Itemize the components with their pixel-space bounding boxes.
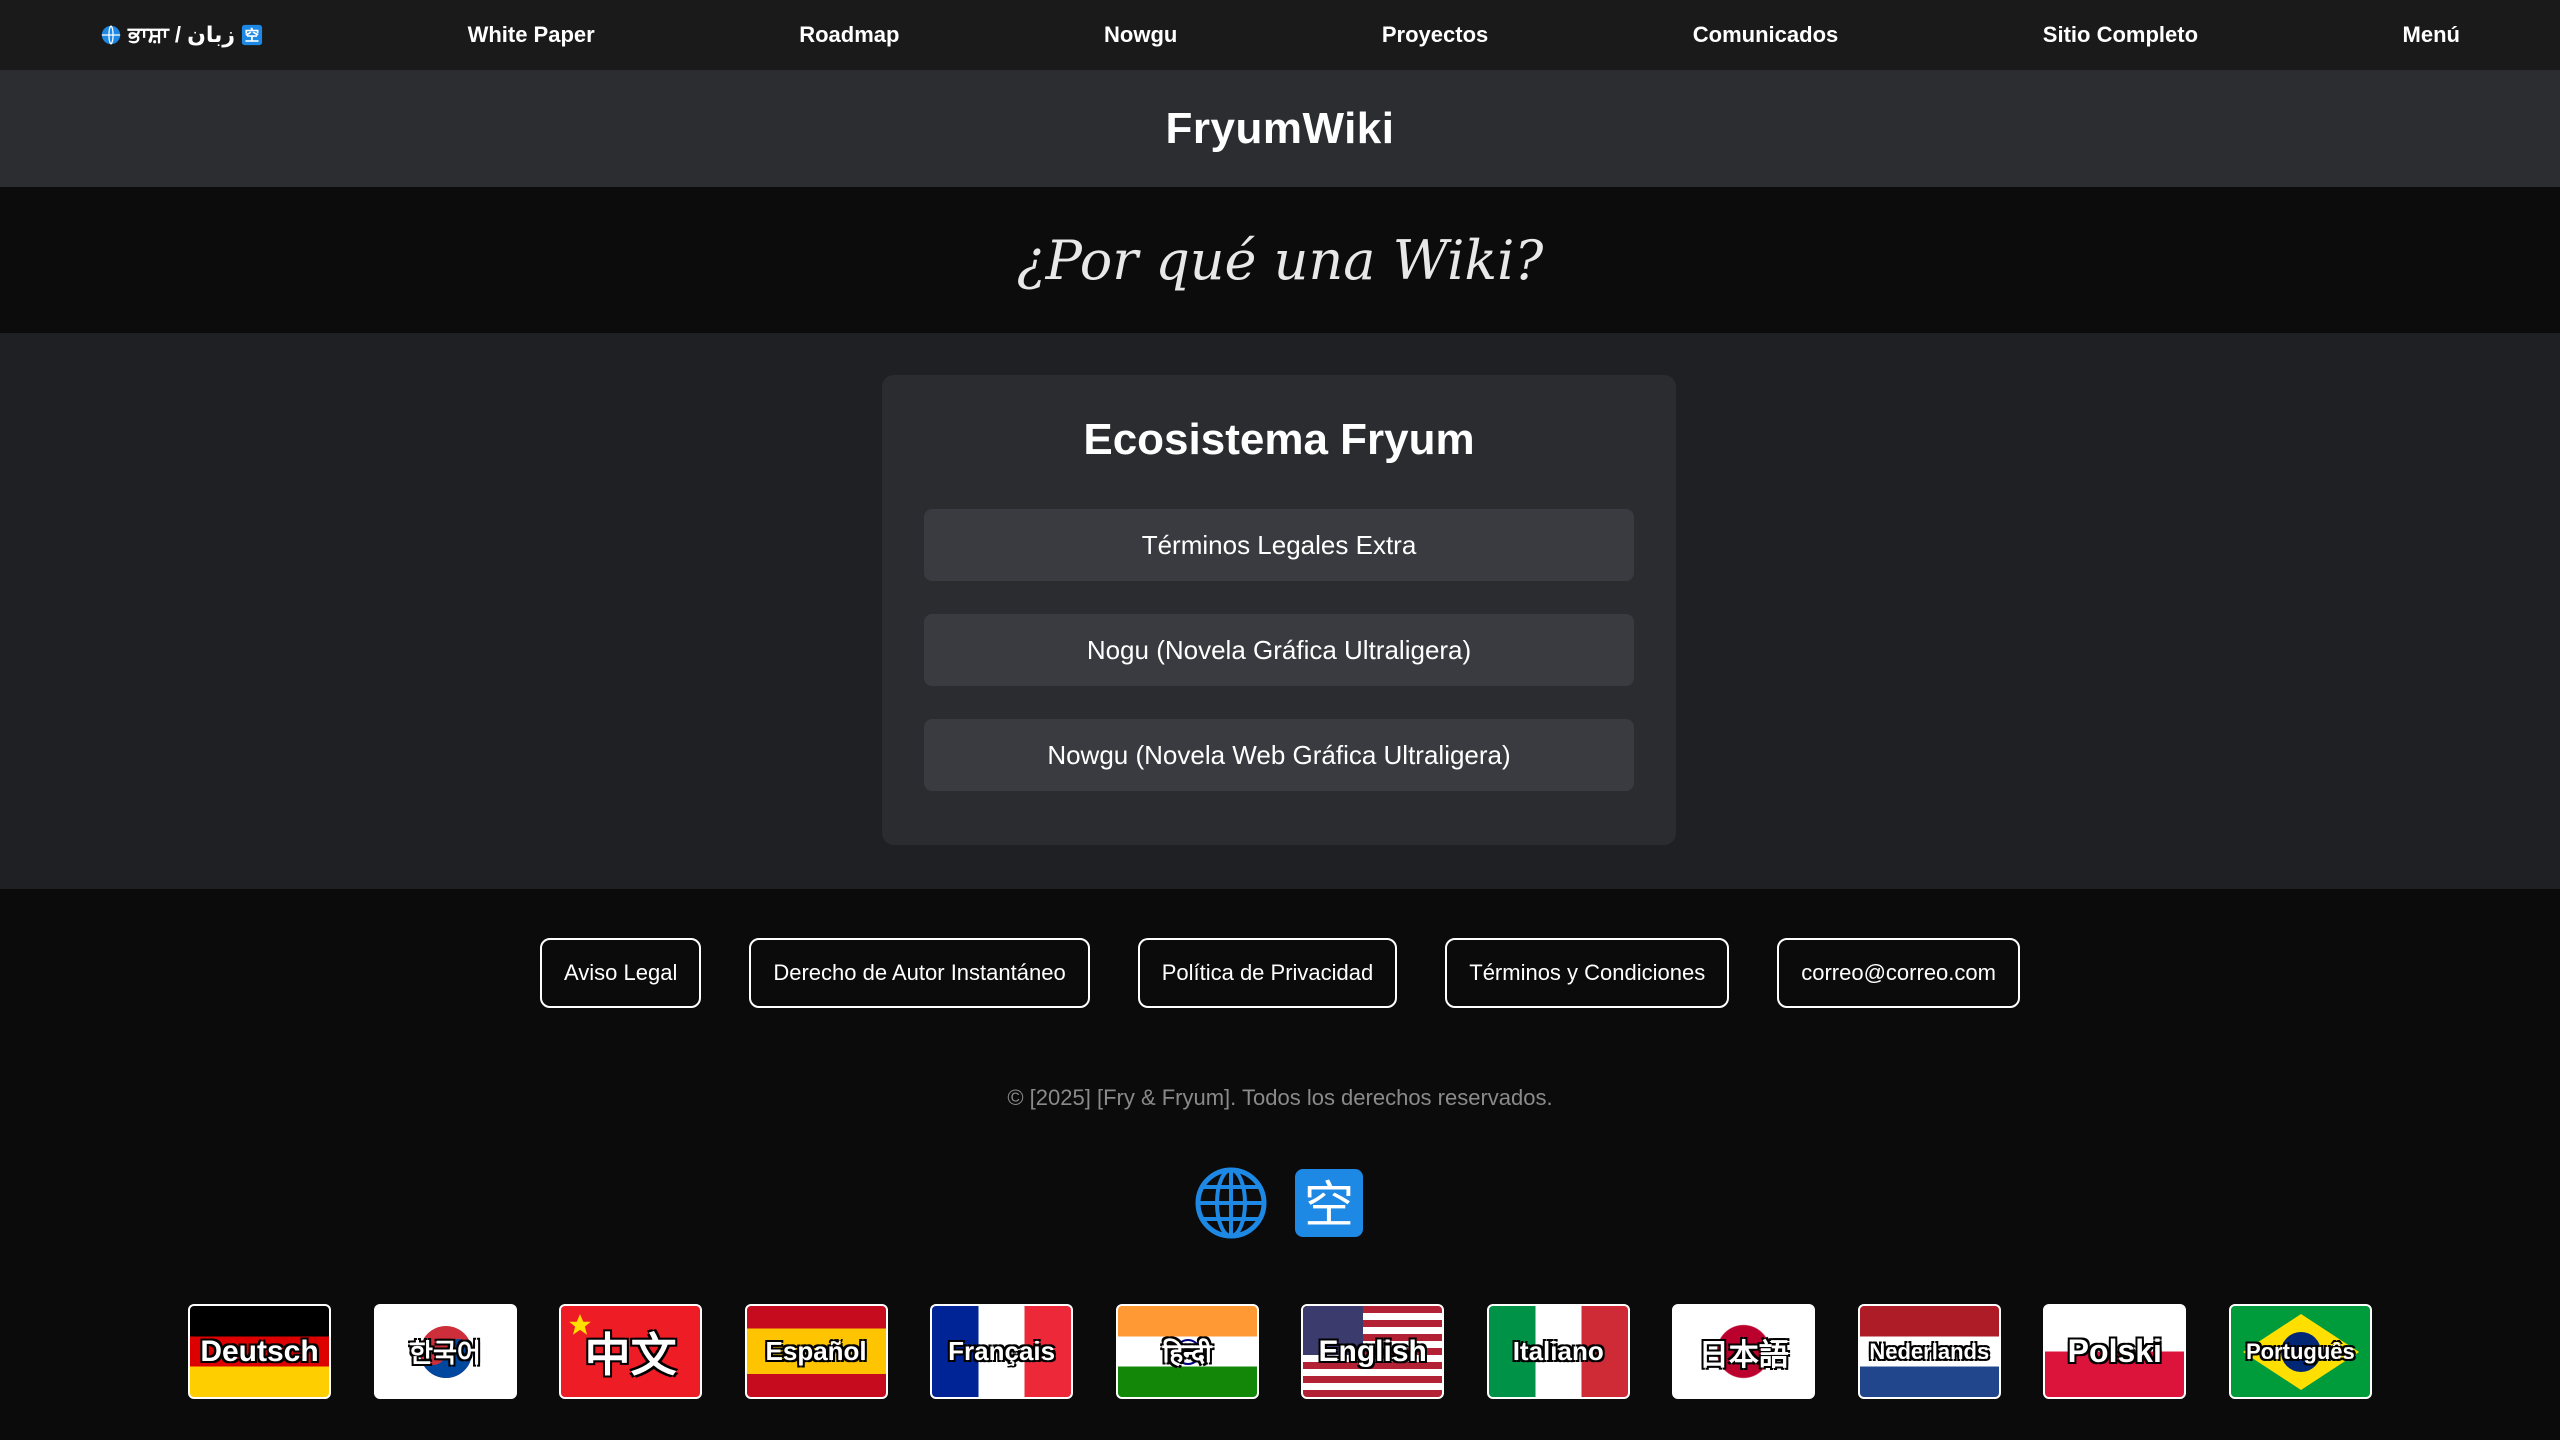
flag-francais[interactable]: Français (930, 1304, 1074, 1399)
nav-nowgu[interactable]: Nowgu (1104, 22, 1177, 48)
flag-label: हिन्दी (1162, 1337, 1212, 1368)
kanji-sky-glyph: 空 (1304, 1176, 1354, 1234)
flag-label: Français (948, 1336, 1056, 1366)
kanji-sky-icon: 空 (241, 24, 263, 46)
flag-label: 中文 (584, 1328, 677, 1381)
kanji-sky-icon[interactable]: 空 (1293, 1167, 1365, 1239)
flag-label: Nederlands (1869, 1338, 1990, 1364)
flag-label: 日本語 (1698, 1338, 1789, 1372)
nav-proyectos[interactable]: Proyectos (1382, 22, 1488, 48)
flag-label: Polski (2067, 1333, 2162, 1369)
main-content: Ecosistema Fryum Términos Legales Extra … (0, 333, 2560, 889)
flag-label: Español (765, 1336, 867, 1366)
language-flags: Deutsch 한국어 中文 Español Français हिन्दी E… (188, 1304, 2372, 1399)
nowgu-button[interactable]: Nowgu (Novela Web Gráfica Ultraligera) (924, 719, 1634, 791)
flag-label: 한국어 (409, 1338, 481, 1368)
brand-bar: FryumWiki (0, 70, 2560, 187)
nav-comunicados[interactable]: Comunicados (1693, 22, 1838, 48)
copyright-text: © [2025] [Fry & Fryum]. Todos los derech… (1007, 1085, 1553, 1110)
nav-roadmap[interactable]: Roadmap (799, 22, 899, 48)
globe-icon[interactable] (1195, 1167, 1267, 1239)
terminos-link[interactable]: Términos y Condiciones (1445, 938, 1730, 1008)
nogu-button[interactable]: Nogu (Novela Gráfica Ultraligera) (924, 614, 1634, 686)
flag-chinese[interactable]: 中文 (559, 1304, 703, 1399)
language-switch-label: ਭਾਸ਼ਾ / زبان (128, 22, 236, 47)
flag-espanol[interactable]: Español (744, 1304, 888, 1399)
language-switch[interactable]: ਭਾਸ਼ਾ / زبان 空 (100, 22, 263, 48)
flag-deutsch[interactable]: Deutsch (188, 1304, 331, 1399)
flag-label: Italiano (1512, 1336, 1604, 1366)
flag-label: Deutsch (200, 1334, 319, 1368)
kanji-sky-glyph: 空 (245, 27, 260, 45)
flag-english[interactable]: English (1301, 1304, 1445, 1399)
privacidad-link[interactable]: Política de Privacidad (1137, 938, 1398, 1008)
flag-label: Português (2245, 1338, 2355, 1364)
flag-nederlands[interactable]: Nederlands (1857, 1304, 2001, 1399)
hero-banner: ¿Por qué una Wiki? (0, 187, 2560, 333)
flag-portugues[interactable]: Português (2228, 1304, 2372, 1399)
flag-polski[interactable]: Polski (2043, 1304, 2187, 1399)
nav-white-paper[interactable]: White Paper (468, 22, 595, 48)
flag-korean[interactable]: 한국어 (373, 1304, 517, 1399)
nav-sitio-completo[interactable]: Sitio Completo (2043, 22, 2198, 48)
globe-icon (101, 25, 121, 45)
card-title: Ecosistema Fryum (1083, 415, 1475, 464)
flag-hindi[interactable]: हिन्दी (1115, 1304, 1259, 1399)
footer-icons: 空 (0, 1167, 2560, 1239)
flag-label: English (1318, 1334, 1427, 1368)
derecho-autor-link[interactable]: Derecho de Autor Instantáneo (749, 938, 1090, 1008)
top-navigation: ਭਾਸ਼ਾ / زبان 空 White Paper Roadmap Nowgu… (0, 0, 2560, 70)
ecosystem-card: Ecosistema Fryum Términos Legales Extra … (882, 375, 1676, 845)
nav-menu[interactable]: Menú (2403, 22, 2460, 48)
site-title[interactable]: FryumWiki (1165, 104, 1394, 154)
footer: Aviso Legal Derecho de Autor Instantáneo… (0, 889, 2560, 1440)
flag-italiano[interactable]: Italiano (1486, 1304, 1630, 1399)
footer-links: Aviso Legal Derecho de Autor Instantáneo… (0, 938, 2560, 1008)
email-link[interactable]: correo@correo.com (1777, 938, 2020, 1008)
terminos-legales-button[interactable]: Términos Legales Extra (924, 509, 1634, 581)
aviso-legal-link[interactable]: Aviso Legal (540, 938, 702, 1008)
flag-japanese[interactable]: 日本語 (1672, 1304, 1816, 1399)
hero-title: ¿Por qué una Wiki? (1016, 228, 1544, 292)
